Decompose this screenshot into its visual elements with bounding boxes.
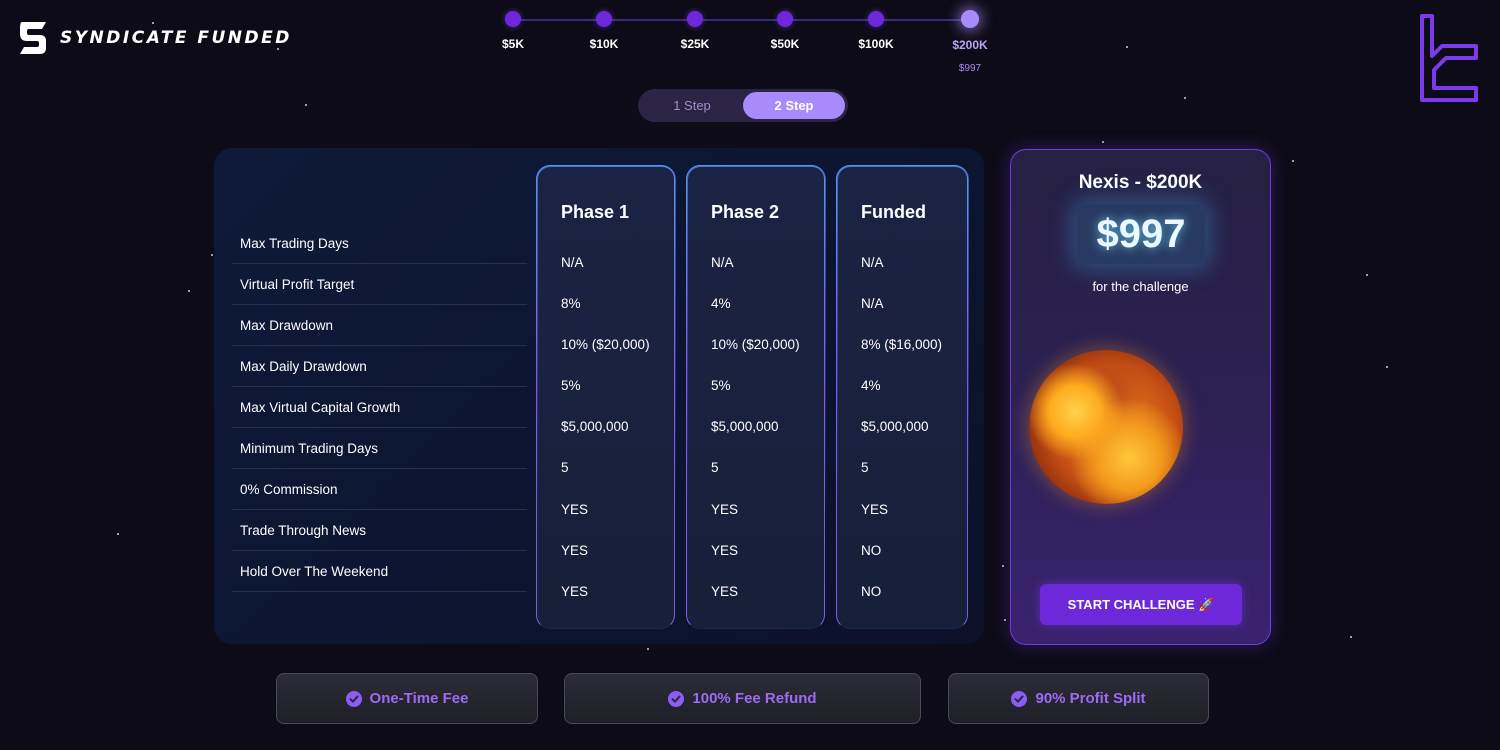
column-title: Phase 1 [561, 202, 630, 222]
cell: 10% ($20,000) [561, 337, 650, 352]
cell: 8% ($16,000) [861, 337, 943, 352]
rule-label: Max Virtual Capital Growth [232, 388, 527, 428]
cell: YES [561, 502, 589, 517]
check-badge-icon [1011, 690, 1028, 707]
cell: $5,000,000 [861, 419, 929, 434]
toggle-2-step[interactable]: 2 Step [743, 92, 845, 119]
feature-label: One-Time Fee [369, 690, 469, 707]
cell: 10% ($20,000) [711, 337, 800, 352]
cell: YES [861, 502, 889, 517]
step-dot [505, 11, 521, 27]
planet-image [1029, 350, 1183, 504]
step-label: $100K [858, 37, 894, 51]
offer-price: $997 [1077, 204, 1205, 264]
step-dot-active [961, 10, 979, 28]
step-type-toggle: 1 Step 2 Step [638, 89, 848, 122]
step-label: $10K [589, 37, 619, 51]
size-option-200k[interactable]: $200K $997 [940, 10, 1000, 74]
feature-label: 100% Fee Refund [692, 690, 817, 707]
cell: 5 [861, 460, 869, 475]
size-option-100k[interactable]: $100K [846, 10, 906, 51]
cell: NO [861, 543, 882, 558]
feature-fee-refund: 100% Fee Refund [564, 673, 921, 724]
rule-label: Max Daily Drawdown [232, 347, 527, 387]
rule-label: Minimum Trading Days [232, 429, 527, 469]
offer-card: Nexis - $200K $997 for the challenge STA… [1010, 149, 1271, 645]
cell: 4% [861, 378, 881, 393]
check-badge-icon [345, 690, 362, 707]
size-option-10k[interactable]: $10K [574, 10, 634, 51]
step-dot [687, 11, 703, 27]
rule-label: 0% Commission [232, 470, 527, 510]
brand-name: SYNDICATE FUNDED [60, 28, 292, 48]
cell: 4% [711, 296, 731, 311]
cell: 5% [711, 378, 731, 393]
offer-title: Nexis - $200K [1078, 172, 1203, 193]
cell: N/A [861, 296, 884, 311]
toggle-1-step[interactable]: 1 Step [642, 92, 742, 119]
column-title: Funded [861, 202, 926, 222]
cell: YES [711, 584, 739, 599]
offer-subtitle: for the challenge [1092, 279, 1189, 294]
cell: 5 [711, 460, 719, 475]
step-dot [777, 11, 793, 27]
cell: 5% [561, 378, 581, 393]
size-option-50k[interactable]: $50K [755, 10, 815, 51]
step-label: $25K [680, 37, 710, 51]
step-price: $997 [958, 63, 982, 74]
funded-column: Funded N/A N/A 8% ($16,000) 4% $5,000,00… [836, 165, 968, 629]
feature-profit-split: 90% Profit Split [948, 673, 1209, 724]
account-size-stepper: $5K $10K $25K $50K $100K $200K $997 [500, 10, 1000, 80]
cell: NO [861, 584, 882, 599]
size-option-25k[interactable]: $25K [665, 10, 725, 51]
rule-label: Trade Through News [232, 511, 527, 551]
cell: YES [711, 502, 739, 517]
step-label: $200K [952, 38, 988, 52]
corner-brand-icon [1420, 14, 1478, 102]
step-dot [868, 11, 884, 27]
cell: YES [561, 584, 589, 599]
start-challenge-button[interactable]: START CHALLENGE 🚀 [1040, 584, 1242, 625]
feature-one-time-fee: One-Time Fee [276, 673, 538, 724]
cell: N/A [861, 255, 884, 270]
rule-labels: Max Trading Days Virtual Profit Target M… [232, 224, 527, 593]
cell: $5,000,000 [561, 419, 629, 434]
cell: YES [561, 543, 589, 558]
cell: N/A [711, 255, 734, 270]
cell: 5 [561, 460, 569, 475]
step-dot [596, 11, 612, 27]
column-title: Phase 2 [711, 202, 780, 222]
check-badge-icon [668, 690, 685, 707]
phase-2-column: Phase 2 N/A 4% 10% ($20,000) 5% $5,000,0… [686, 165, 825, 629]
cell: N/A [561, 255, 584, 270]
feature-label: 90% Profit Split [1035, 690, 1146, 707]
size-option-5k[interactable]: $5K [483, 10, 543, 51]
rule-label: Hold Over The Weekend [232, 552, 527, 592]
brand-logo[interactable]: SYNDICATE FUNDED [18, 20, 292, 56]
rule-label: Virtual Profit Target [232, 265, 527, 305]
rule-label: Max Trading Days [232, 224, 527, 264]
syndicate-logo-icon [20, 22, 46, 54]
rule-label: Max Drawdown [232, 306, 527, 346]
step-label: $5K [501, 37, 524, 51]
cell: YES [711, 543, 739, 558]
phase-1-column: Phase 1 N/A 8% 10% ($20,000) 5% $5,000,0… [536, 165, 675, 629]
cell: 8% [561, 296, 581, 311]
step-label: $50K [770, 37, 800, 51]
cell: $5,000,000 [711, 419, 779, 434]
